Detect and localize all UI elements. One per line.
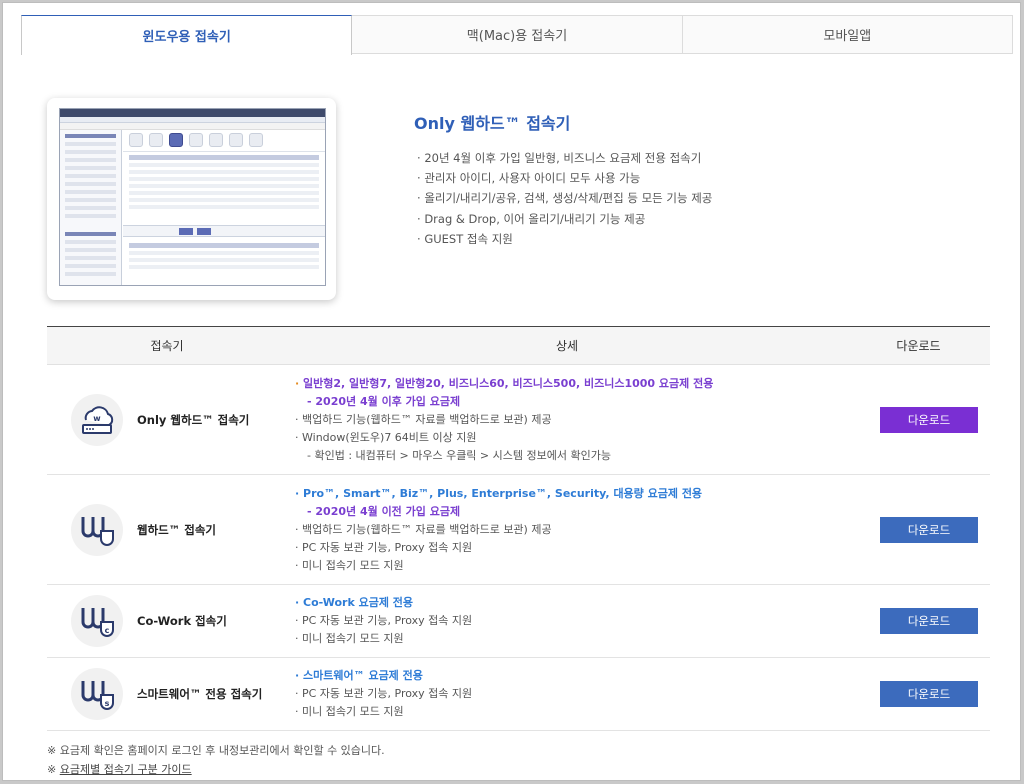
detail-line: · 미니 접속기 모드 지원 [295, 558, 404, 572]
detail-line: · 백업하드 기능(웹하드™ 자료를 백업하드로 보관) 제공 [295, 412, 552, 426]
app-preview-image [47, 98, 336, 300]
detail-line: · 일반형2, 일반형7, 일반형20, 비즈니스60, 비즈니스500, 비즈… [295, 376, 714, 390]
detail-line: · Pro™, Smart™, Biz™, Plus, Enterprise™,… [295, 486, 703, 500]
feature-item: 관리자 아이디, 사용자 아이디 모두 사용 가능 [417, 168, 712, 188]
svg-text:s: s [105, 699, 110, 708]
detail-line: · 미니 접속기 모드 지원 [295, 632, 404, 645]
detail-line: - 2020년 4월 이전 가입 요금제 [307, 504, 461, 518]
header-download: 다운로드 [896, 339, 941, 353]
detail-line: · PC 자동 보관 기능, Proxy 접속 지원 [295, 614, 473, 627]
smartware-shield-icon: s [71, 668, 123, 720]
cloud-server-icon: w [71, 393, 123, 446]
tab-mobile[interactable]: 모바일앱 [682, 15, 1013, 53]
feature-list: 20년 4월 이후 가입 일반형, 비즈니스 요금제 전용 접속기 관리자 아이… [417, 148, 712, 249]
note-plan-check: ※ 요금제 확인은 홈페이지 로그인 후 내정보관리에서 확인할 수 있습니다. [47, 744, 385, 757]
tab-mac[interactable]: 맥(Mac)용 접속기 [352, 15, 683, 53]
product-name: 스마트웨어™ 전용 접속기 [137, 687, 263, 701]
table-row: 웹하드™ 접속기 · Pro™, Smart™, Biz™, Plus, Ent… [47, 475, 990, 585]
product-name: Only 웹하드™ 접속기 [137, 412, 250, 427]
detail-line: - 확인법 : 내컴퓨터 > 마우스 우클릭 > 시스템 정보에서 확인가능 [307, 448, 611, 462]
feature-item: 올리기/내리기/공유, 검색, 생성/삭제/편집 등 모든 기능 제공 [417, 188, 712, 208]
download-button-webhard[interactable]: 다운로드 [880, 516, 978, 543]
detail-line: · PC 자동 보관 기능, Proxy 접속 지원 [295, 687, 473, 700]
detail-line: · Co-Work 요금제 전용 [295, 596, 414, 609]
feature-item: 20년 4월 이후 가입 일반형, 비즈니스 요금제 전용 접속기 [417, 148, 712, 168]
table-row: c Co-Work 접속기 · Co-Work 요금제 전용 · PC 자동 보… [47, 585, 990, 658]
notes: ※ 요금제 확인은 홈페이지 로그인 후 내정보관리에서 확인할 수 있습니다.… [47, 741, 385, 779]
download-button-smartware[interactable]: 다운로드 [880, 681, 978, 707]
download-button-cowork[interactable]: 다운로드 [880, 608, 978, 634]
detail-line: · Window(윈도우)7 64비트 이상 지원 [295, 430, 477, 444]
app-window-thumbnail [59, 108, 326, 286]
page-frame: 윈도우용 접속기 맥(Mac)용 접속기 모바일앱 Only 웹하드™ 접속기 … [2, 2, 1021, 781]
webhard-shield-icon [71, 503, 123, 556]
tab-bar: 윈도우용 접속기 맥(Mac)용 접속기 모바일앱 [21, 15, 1013, 55]
tab-windows[interactable]: 윈도우용 접속기 [21, 15, 353, 55]
table-header: 접속기 상세 다운로드 [47, 327, 990, 365]
svg-text:c: c [105, 626, 110, 635]
feature-item: Drag & Drop, 이어 올리기/내리기 기능 제공 [417, 209, 712, 229]
svg-text:w: w [93, 414, 101, 423]
detail-line: · 백업하드 기능(웹하드™ 자료를 백업하드로 보관) 제공 [295, 522, 552, 536]
guide-link[interactable]: 요금제별 접속기 구분 가이드 [60, 763, 192, 776]
header-connector: 접속기 [150, 339, 184, 353]
detail-line: · PC 자동 보관 기능, Proxy 접속 지원 [295, 540, 473, 554]
feature-item: GUEST 접속 지원 [417, 229, 712, 249]
product-name: Co-Work 접속기 [137, 614, 227, 628]
table-row: w Only 웹하드™ 접속기 · 일반형2, 일반형7, 일반형20, 비즈니… [47, 365, 990, 475]
detail-line: - 2020년 4월 이후 가입 요금제 [307, 394, 461, 408]
detail-line: · 미니 접속기 모드 지원 [295, 705, 404, 718]
detail-line: · 스마트웨어™ 요금제 전용 [295, 669, 423, 682]
download-button-only-webhard[interactable]: 다운로드 [880, 406, 978, 433]
intro-title: Only 웹하드™ 접속기 [414, 114, 571, 133]
header-detail: 상세 [555, 339, 579, 353]
product-name: 웹하드™ 접속기 [137, 522, 216, 537]
note-guide: ※ 요금제별 접속기 구분 가이드 [47, 763, 192, 776]
table-row: s 스마트웨어™ 전용 접속기 · 스마트웨어™ 요금제 전용 · PC 자동 … [47, 658, 990, 731]
connector-table: 접속기 상세 다운로드 w Only 웹하드™ 접속기 · 일반형2, 일반형7… [47, 326, 990, 731]
cowork-shield-icon: c [71, 595, 123, 647]
